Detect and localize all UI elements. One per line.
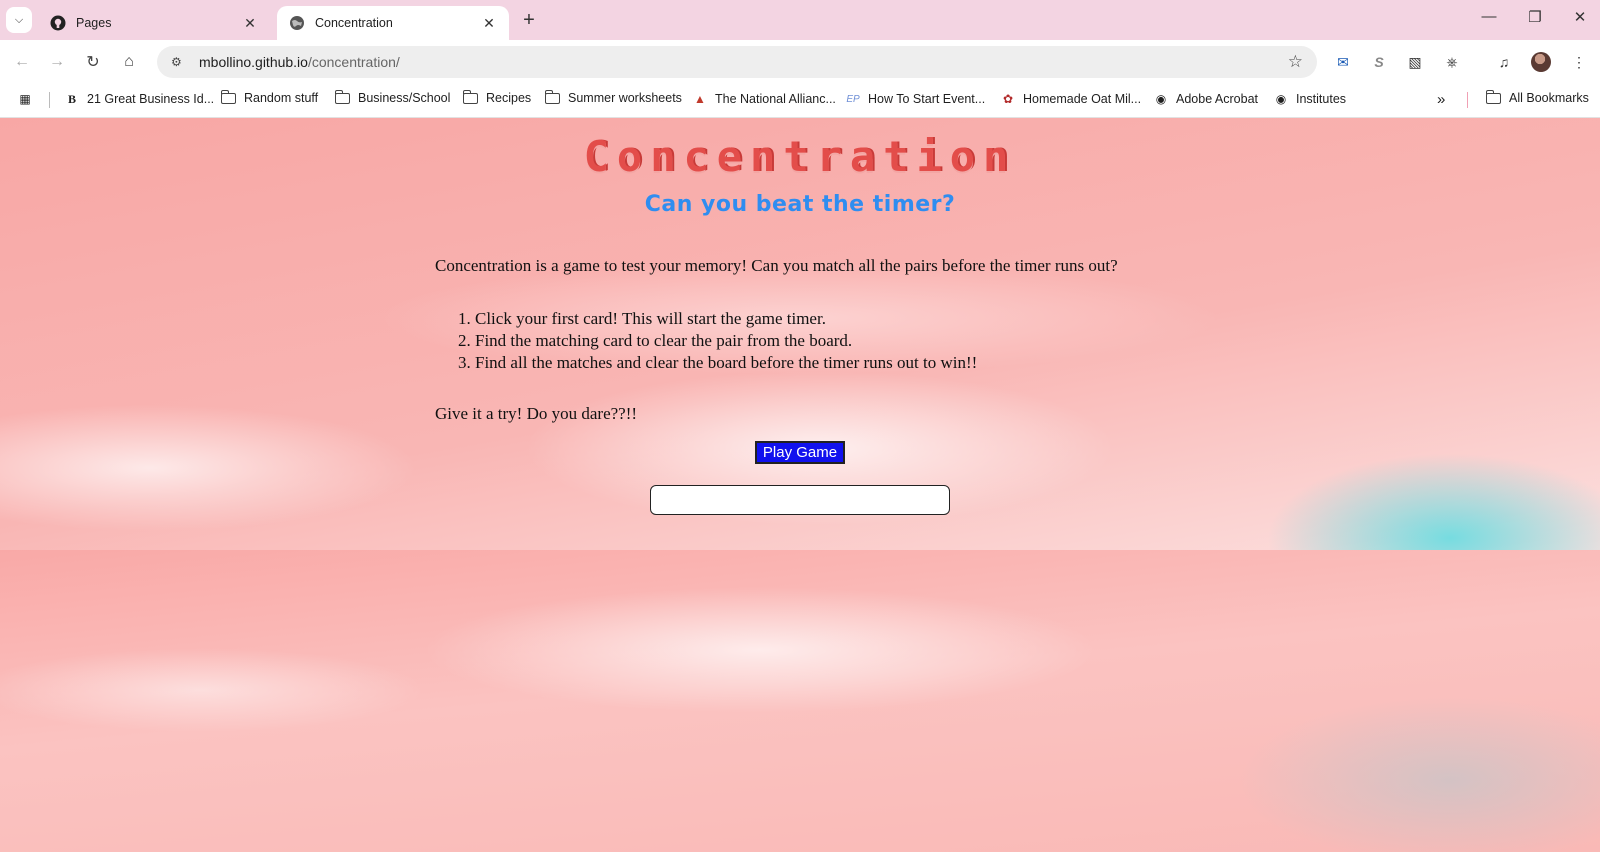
- bookmark-item[interactable]: B 21 Great Business Id...: [64, 91, 214, 107]
- site-info-icon[interactable]: ⚙: [171, 55, 187, 69]
- folder-icon: [220, 89, 236, 104]
- restore-button[interactable]: ❐: [1520, 8, 1550, 26]
- bookmark-label: Summer worksheets: [568, 91, 682, 105]
- bookmark-label: Homemade Oat Mil...: [1023, 92, 1142, 106]
- close-icon[interactable]: ✕: [242, 15, 258, 32]
- address-bar[interactable]: ⚙ mbollino.github.io/concentration/ ☆: [157, 46, 1317, 78]
- play-game-button[interactable]: Play Game: [755, 441, 845, 464]
- password-extension-icon[interactable]: ▧: [1404, 51, 1426, 73]
- folder-icon: [1485, 89, 1501, 104]
- tab-search-button[interactable]: ⌵: [6, 7, 32, 33]
- restore-icon: ❐: [1528, 9, 1542, 26]
- background-image: [0, 550, 1600, 852]
- mail-extension-icon[interactable]: ✉: [1332, 51, 1354, 73]
- close-icon[interactable]: ✕: [481, 15, 497, 32]
- globe-icon: ◉: [1155, 92, 1167, 106]
- back-button[interactable]: ←: [10, 50, 34, 74]
- profile-avatar[interactable]: [1531, 52, 1551, 72]
- list-item: Click your first card! This will start t…: [475, 308, 977, 330]
- folder-icon: [544, 89, 560, 104]
- bookmark-item[interactable]: ◉ Institutes: [1273, 91, 1346, 107]
- bookmark-folder[interactable]: Recipes: [462, 89, 532, 105]
- more-bookmarks-button[interactable]: »: [1437, 91, 1445, 108]
- dare-text: Give it a try! Do you dare??!!: [435, 404, 638, 423]
- bookmark-label: Random stuff: [244, 91, 319, 105]
- page-subtitle: Can you beat the timer?: [644, 192, 956, 217]
- url-path: /concentration/: [307, 54, 400, 70]
- apps-grid-icon: ▦: [19, 92, 31, 106]
- folder-icon: [334, 89, 350, 104]
- tab-title: Pages: [76, 16, 112, 30]
- tab-concentration[interactable]: Concentration ✕: [277, 6, 509, 40]
- all-bookmarks-label: All Bookmarks: [1509, 91, 1589, 105]
- bookmark-star-icon[interactable]: ☆: [1288, 52, 1303, 72]
- bookmark-item[interactable]: ▲ The National Allianc...: [692, 91, 836, 107]
- home-button[interactable]: ⌂: [117, 50, 141, 74]
- puzzle-extensions-icon[interactable]: ⎈: [1441, 51, 1463, 73]
- all-bookmarks-button[interactable]: All Bookmarks: [1485, 89, 1589, 105]
- double-chevron-right-icon: »: [1437, 91, 1446, 108]
- browser-toolbar: ← → ↻ ⌂ ⚙ mbollino.github.io/concentrati…: [0, 40, 1600, 82]
- triangle-favicon: ▲: [694, 92, 706, 106]
- plus-icon: +: [523, 9, 535, 31]
- instructions-list: Click your first card! This will start t…: [475, 308, 977, 374]
- reload-button[interactable]: ↻: [81, 50, 105, 74]
- page-viewport: Concentration Can you beat the timer? Co…: [0, 118, 1600, 852]
- b-favicon: B: [67, 91, 76, 106]
- bookmark-label: The National Allianc...: [715, 92, 836, 106]
- list-item: Find the matching card to clear the pair…: [475, 330, 977, 352]
- bookmark-item[interactable]: ✿ Homemade Oat Mil...: [1000, 91, 1141, 107]
- apps-button[interactable]: ▦: [17, 91, 40, 107]
- bookmark-label: How To Start Event...: [868, 92, 986, 106]
- bookmark-label: 21 Great Business Id...: [87, 92, 215, 106]
- reload-icon: ↻: [86, 54, 100, 71]
- tab-title: Concentration: [315, 16, 393, 30]
- github-icon: [50, 15, 66, 31]
- home-icon: ⌂: [124, 53, 134, 70]
- bookmark-label: Business/School: [358, 91, 451, 105]
- tab-pages[interactable]: Pages ✕: [38, 6, 270, 40]
- globe-icon: ◉: [1275, 92, 1287, 106]
- menu-kebab-icon[interactable]: ⋮: [1568, 51, 1590, 73]
- new-tab-button[interactable]: +: [518, 9, 540, 32]
- bookmark-item[interactable]: ◉ Adobe Acrobat: [1153, 91, 1258, 107]
- tab-strip: ⌵ Pages ✕ Concentration ✕ + — ❐ ✕: [0, 0, 1600, 40]
- leaf-favicon: ✿: [1002, 92, 1014, 106]
- bookmark-label: Institutes: [1296, 92, 1347, 106]
- folder-icon: [462, 89, 478, 104]
- ep-favicon: EP: [846, 93, 860, 105]
- media-control-icon[interactable]: ♫: [1493, 51, 1515, 73]
- bookmark-divider: [49, 92, 50, 108]
- chevron-down-icon: ⌵: [14, 13, 24, 26]
- bookmark-label: Adobe Acrobat: [1176, 92, 1259, 106]
- close-window-button[interactable]: ✕: [1565, 8, 1595, 26]
- page-title: Concentration: [583, 132, 1017, 181]
- bookmark-item[interactable]: EP How To Start Event...: [845, 91, 985, 107]
- timer-display: [650, 485, 950, 515]
- bookmark-folder[interactable]: Random stuff: [220, 89, 319, 105]
- minimize-button[interactable]: —: [1474, 8, 1504, 25]
- bookmark-folder[interactable]: Summer worksheets: [544, 89, 682, 105]
- url-host: mbollino.github.io: [199, 54, 308, 70]
- bookmark-label: Recipes: [486, 91, 532, 105]
- globe-icon: [290, 16, 304, 30]
- close-icon: ✕: [1573, 9, 1587, 26]
- intro-text: Concentration is a game to test your mem…: [435, 256, 1118, 275]
- list-item: Find all the matches and clear the board…: [475, 352, 977, 374]
- bookmark-divider: [1467, 92, 1468, 108]
- minimize-icon: —: [1481, 8, 1497, 25]
- bookmark-folder[interactable]: Business/School: [334, 89, 451, 105]
- forward-button[interactable]: →: [45, 50, 69, 74]
- arrow-right-icon: →: [49, 53, 65, 70]
- arrow-left-icon: ←: [14, 53, 30, 70]
- s-extension-icon[interactable]: S: [1368, 51, 1390, 73]
- bookmarks-bar: ▦ B 21 Great Business Id... Random stuff …: [0, 82, 1600, 118]
